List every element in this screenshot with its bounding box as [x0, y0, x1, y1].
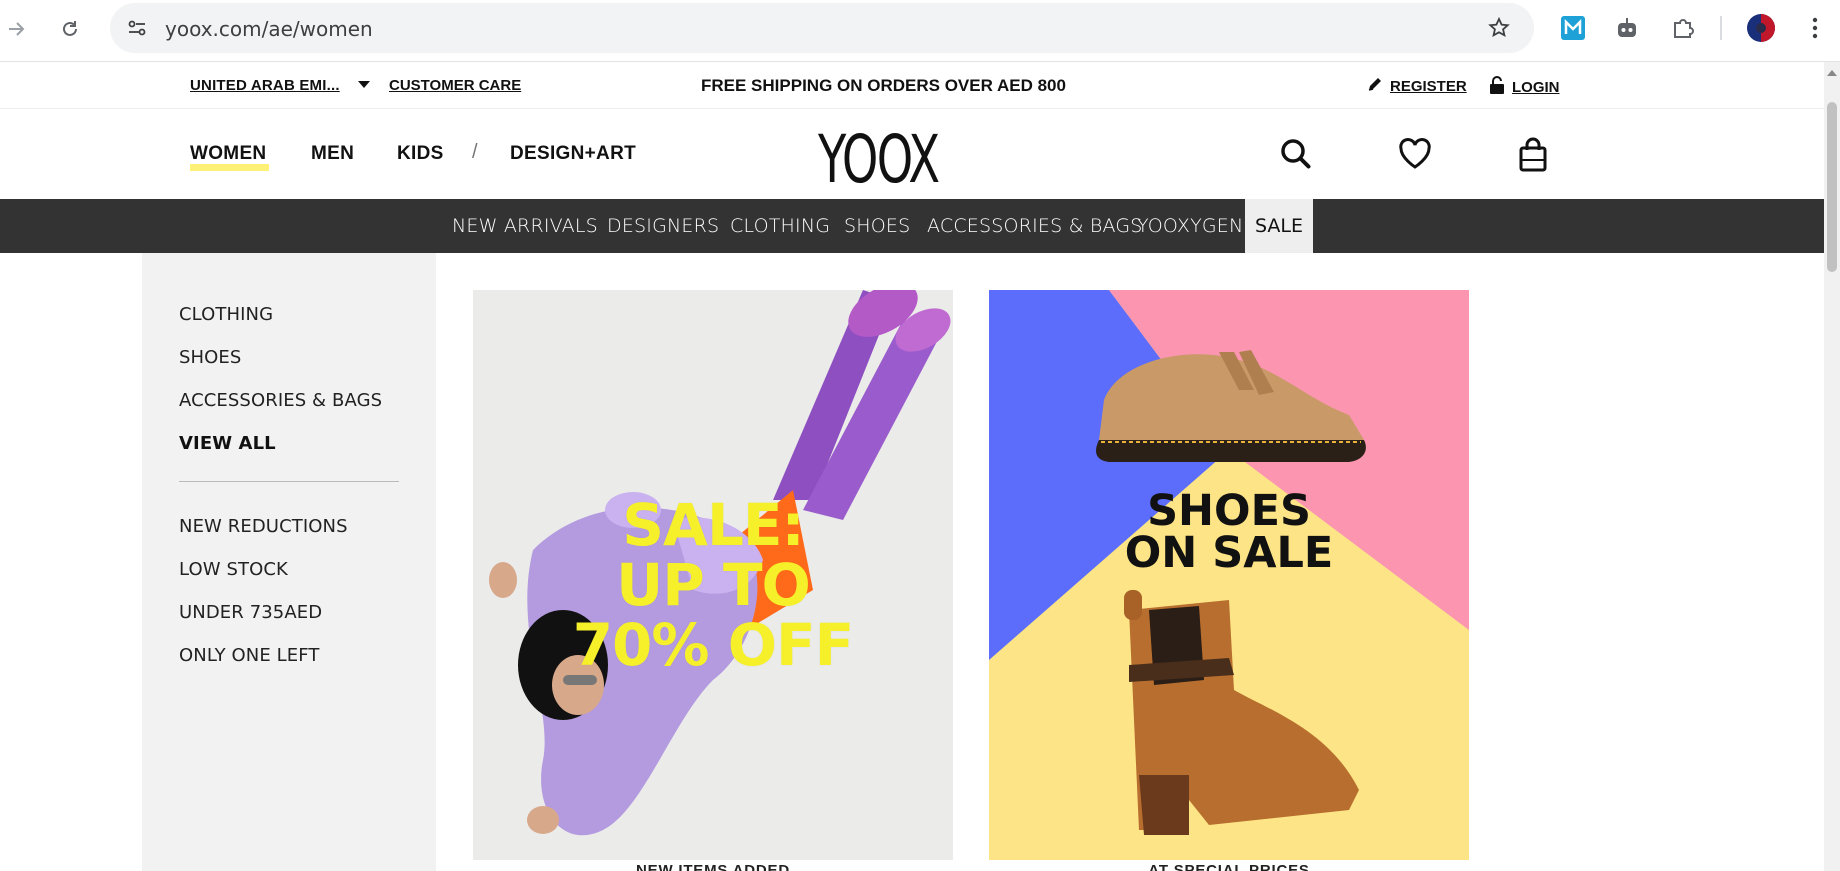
- nav-design-art[interactable]: DESIGN+ART: [510, 143, 636, 165]
- shoes-sale-banner[interactable]: SHOES ON SALE: [989, 290, 1469, 860]
- cat-accessories-bags[interactable]: ACCESSORIES & BAGS: [927, 215, 1143, 237]
- register-label[interactable]: REGISTER: [1390, 78, 1467, 95]
- sidebar-item-accessories-bags[interactable]: ACCESSORIES & BAGS: [179, 390, 382, 411]
- sidebar-item-new-reductions[interactable]: NEW REDUCTIONS: [179, 516, 348, 537]
- nav-kids[interactable]: KIDS: [397, 143, 444, 165]
- pencil-icon: [1366, 75, 1384, 97]
- nav-men[interactable]: MEN: [311, 143, 354, 165]
- sale-headline-line-1: SALE:: [622, 491, 804, 559]
- lock-icon: [1488, 75, 1506, 99]
- login-link[interactable]: LOGIN: [1488, 75, 1560, 99]
- site-settings-icon[interactable]: [124, 15, 150, 41]
- category-nav: NEW ARRIVALS DESIGNERS CLOTHING SHOES AC…: [0, 199, 1824, 253]
- scroll-up-icon[interactable]: [1827, 70, 1837, 76]
- country-selector[interactable]: UNITED ARAB EMI...: [190, 77, 340, 94]
- puzzle-extension-icon[interactable]: [1668, 13, 1698, 43]
- bag-icon[interactable]: [1513, 134, 1553, 174]
- sidebar-item-shoes[interactable]: SHOES: [179, 347, 241, 368]
- m-extension-icon[interactable]: [1558, 13, 1588, 43]
- active-nav-highlight: [190, 164, 269, 171]
- customer-care-link[interactable]: CUSTOMER CARE: [389, 77, 521, 94]
- toolbar-divider: [1720, 16, 1722, 40]
- page-scrollbar[interactable]: [1824, 62, 1840, 871]
- cat-new-arrivals[interactable]: NEW ARRIVALS: [452, 215, 598, 237]
- forward-icon[interactable]: [2, 14, 32, 44]
- cat-shoes[interactable]: SHOES: [844, 215, 910, 237]
- url-text[interactable]: yoox.com/ae/women: [165, 17, 373, 41]
- sidebar-item-under-735aed[interactable]: UNDER 735AED: [179, 602, 322, 623]
- sale-banner[interactable]: SALE: UP TO 70% OFF: [473, 290, 953, 860]
- sidebar-item-view-all[interactable]: VIEW ALL: [179, 433, 276, 454]
- address-bar[interactable]: yoox.com/ae/women: [110, 3, 1534, 53]
- site-header: WOMEN MEN KIDS / DESIGN+ART YOOX: [0, 109, 1824, 199]
- shoes-headline-line-1: SHOES: [1147, 486, 1311, 536]
- shoes-headline-line-2: ON SALE: [1124, 528, 1334, 578]
- nav-separator: /: [472, 141, 478, 163]
- heart-icon[interactable]: [1395, 134, 1435, 174]
- sidebar-item-low-stock[interactable]: LOW STOCK: [179, 559, 288, 580]
- sale-banner-caption[interactable]: NEW ITEMS ADDED: [473, 862, 953, 871]
- shoes-headline: SHOES ON SALE: [989, 486, 1469, 578]
- cat-yooxygen[interactable]: YOOXYGEN: [1137, 215, 1243, 237]
- nav-women[interactable]: WOMEN: [190, 143, 266, 165]
- sidebar-item-clothing[interactable]: CLOTHING: [179, 304, 273, 325]
- utility-bar: UNITED ARAB EMI... CUSTOMER CARE FREE SH…: [0, 62, 1824, 109]
- browser-menu-icon[interactable]: [1800, 13, 1830, 43]
- cat-designers[interactable]: DESIGNERS: [607, 215, 719, 237]
- yoox-logo[interactable]: YOOX: [818, 121, 940, 198]
- browser-toolbar: yoox.com/ae/women: [0, 0, 1840, 62]
- login-label[interactable]: LOGIN: [1512, 79, 1560, 96]
- sidebar-item-only-one-left[interactable]: ONLY ONE LEFT: [179, 645, 319, 666]
- cat-sale-active[interactable]: SALE: [1245, 199, 1313, 253]
- sale-sidebar: CLOTHING SHOES ACCESSORIES & BAGS VIEW A…: [142, 253, 436, 871]
- sidebar-divider: [179, 481, 399, 482]
- profile-avatar[interactable]: [1746, 13, 1776, 43]
- chevron-down-icon[interactable]: [358, 81, 370, 88]
- sale-headline: SALE: UP TO 70% OFF: [473, 495, 953, 675]
- search-icon[interactable]: [1276, 134, 1316, 174]
- shoes-banner-caption[interactable]: AT SPECIAL PRICES: [989, 862, 1469, 871]
- cat-clothing[interactable]: CLOTHING: [730, 215, 830, 237]
- sale-headline-line-2: UP TO: [616, 551, 811, 619]
- bookmark-star-icon[interactable]: [1486, 15, 1512, 41]
- reload-icon[interactable]: [55, 14, 85, 44]
- scrollbar-thumb[interactable]: [1827, 102, 1837, 272]
- register-link[interactable]: REGISTER: [1366, 75, 1467, 97]
- shipping-promo: FREE SHIPPING ON ORDERS OVER AED 800: [701, 76, 1066, 95]
- robot-extension-icon[interactable]: [1612, 13, 1642, 43]
- sale-headline-line-3: 70% OFF: [572, 611, 855, 679]
